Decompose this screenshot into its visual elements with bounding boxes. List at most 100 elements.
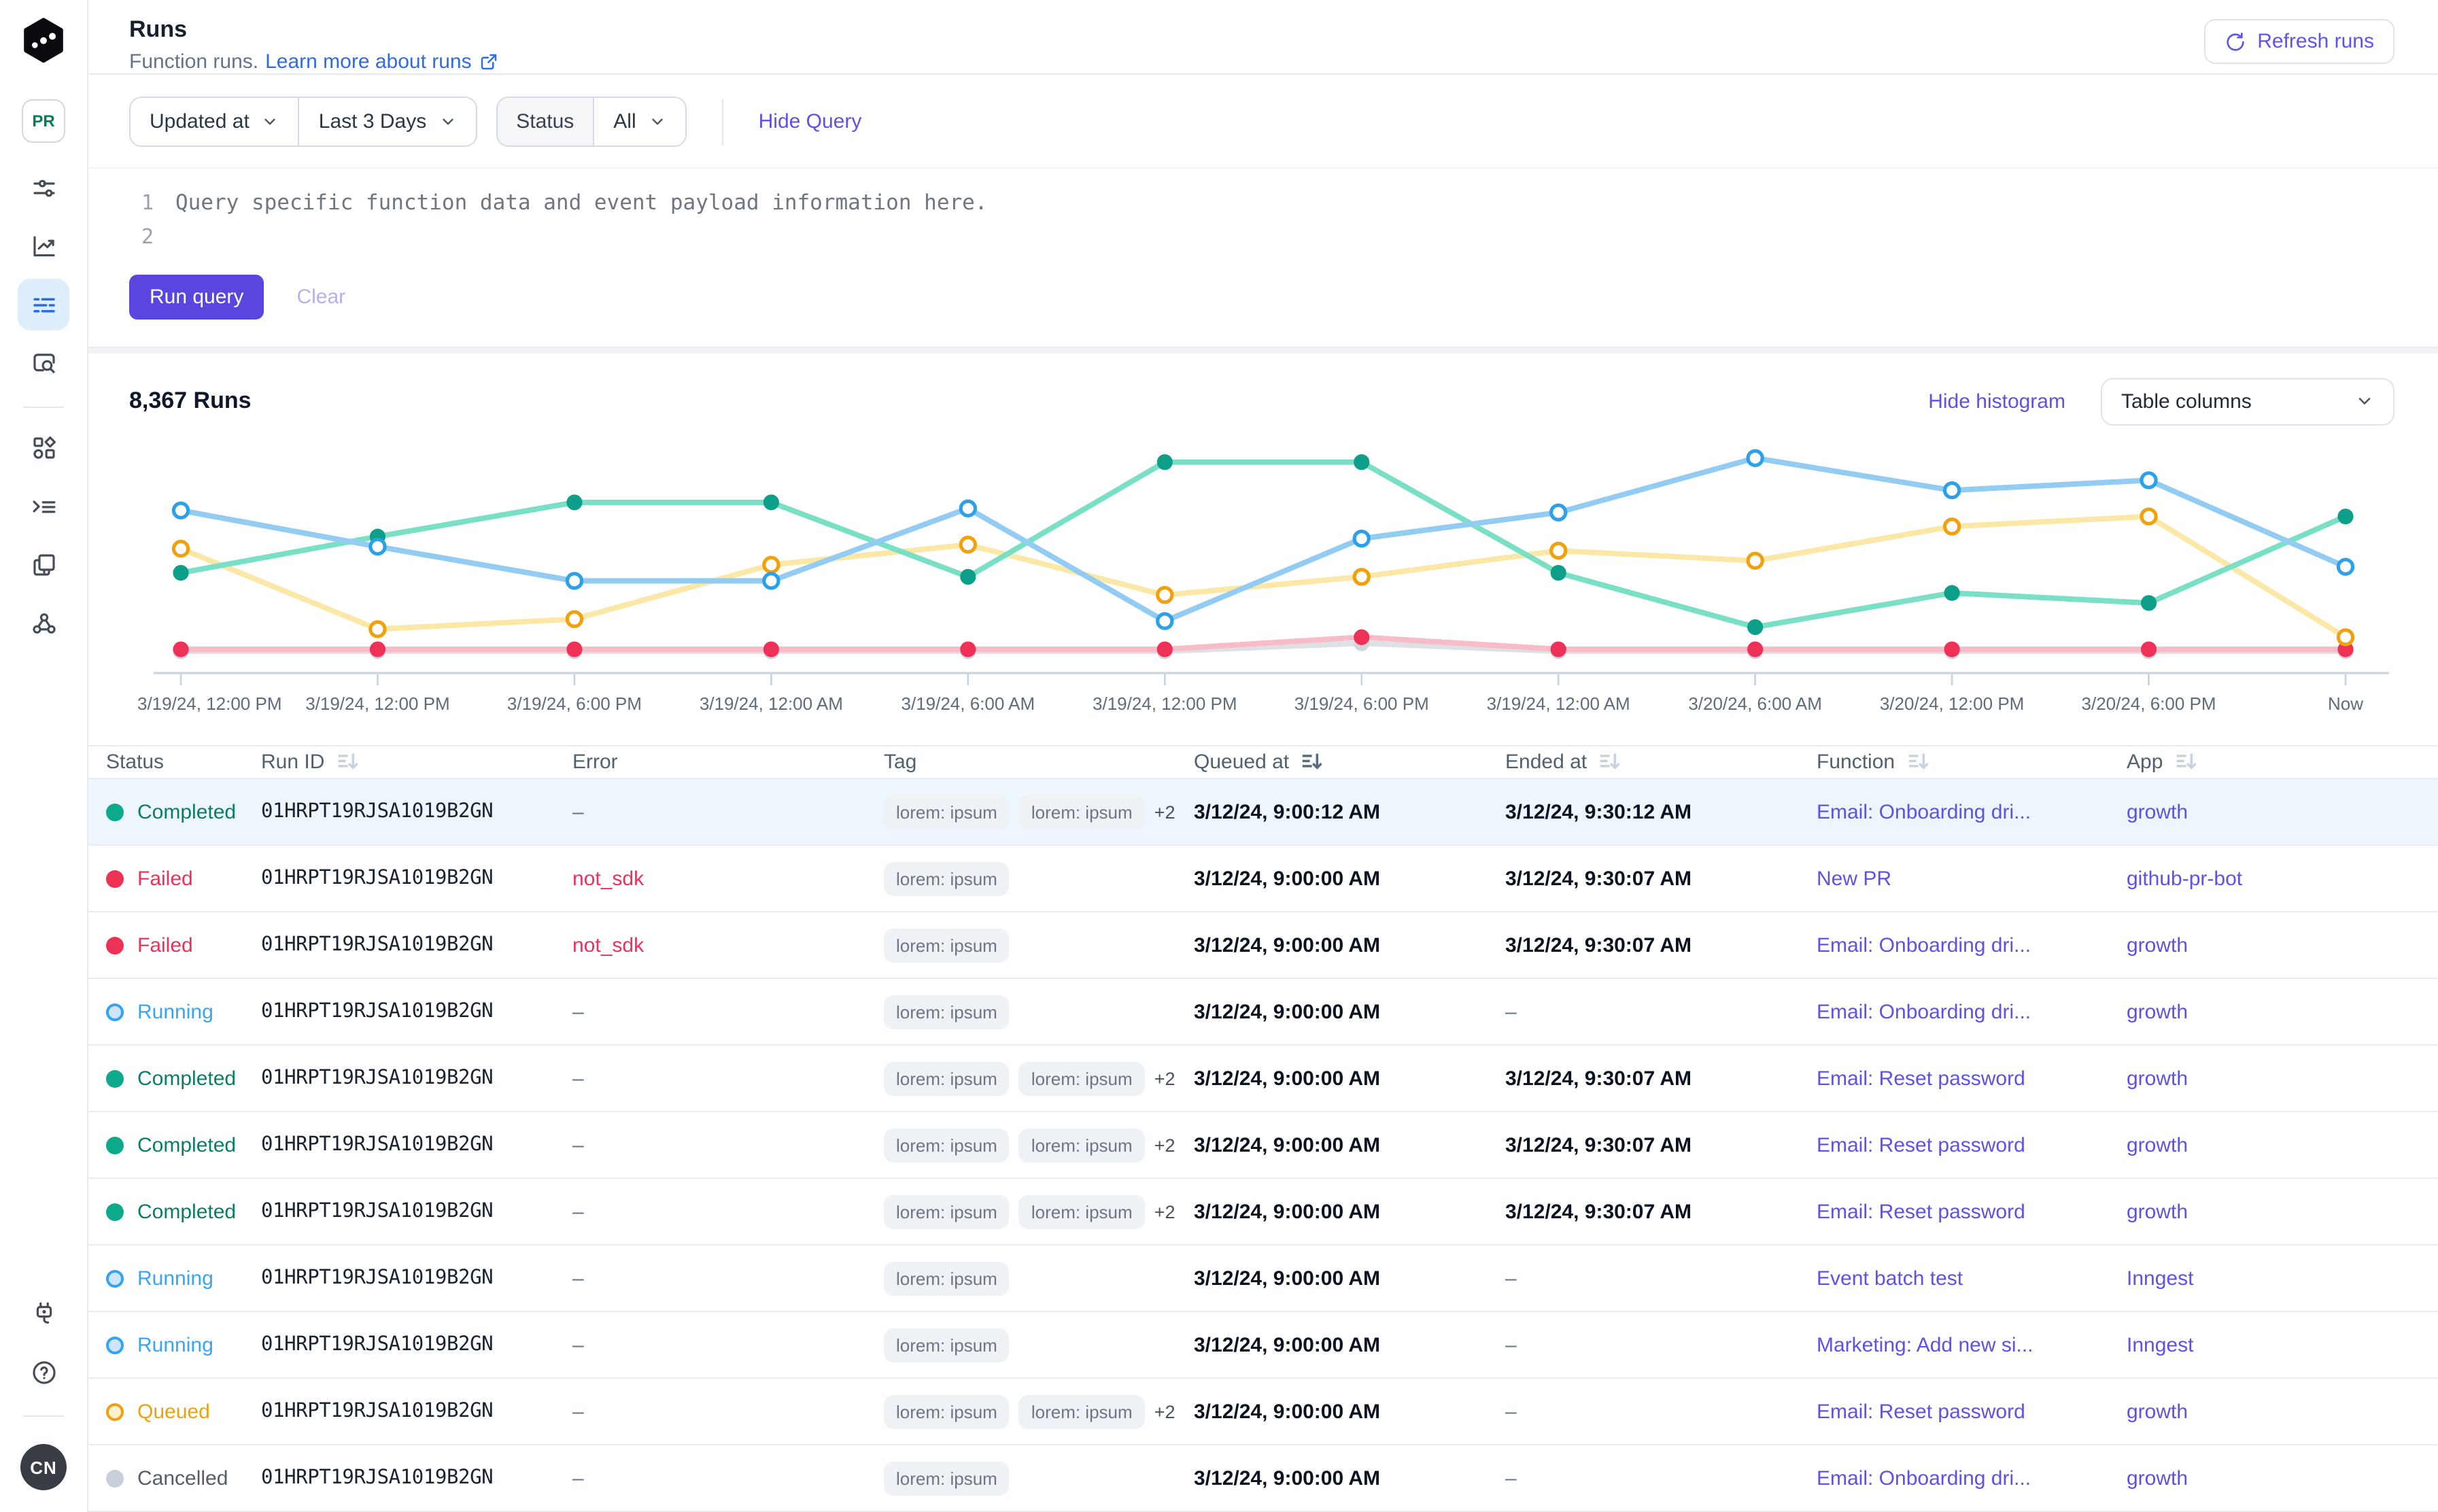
time-field-dropdown[interactable]: Updated at [131,98,298,145]
data-point-completed[interactable] [1354,454,1369,470]
run-query-button[interactable]: Run query [129,275,264,320]
data-point-running[interactable] [2142,472,2156,487]
function-link[interactable]: New PR [1817,867,2127,890]
data-point-running[interactable] [764,573,778,587]
table-row[interactable]: Failed 01HRPT19RJSA1019B2GN not_sdk lore… [88,912,2438,979]
app-link[interactable]: growth [2127,1133,2438,1156]
function-link[interactable]: Email: Reset password [1817,1400,2127,1423]
windows-icon[interactable] [18,538,69,590]
tag-overflow-count[interactable]: +2 [1154,1135,1175,1155]
table-row[interactable]: Failed 01HRPT19RJSA1019B2GN not_sdk lore… [88,846,2438,912]
column-header-queued-at[interactable]: Queued at [1194,751,1505,774]
data-point-queued[interactable] [371,621,385,636]
table-row[interactable]: Completed 01HRPT19RJSA1019B2GN – lorem: … [88,779,2438,846]
function-link[interactable]: Email: Onboarding dri... [1817,1000,2127,1023]
help-icon[interactable] [18,1346,69,1398]
data-point-running[interactable] [961,501,975,515]
app-link[interactable]: github-pr-bot [2127,867,2438,890]
data-point-completed[interactable] [763,494,779,510]
data-point-queued[interactable] [1354,569,1369,583]
app-link[interactable]: growth [2127,1200,2438,1223]
data-point-running[interactable] [173,503,188,517]
terminal-icon[interactable] [18,480,69,532]
function-link[interactable]: Event batch test [1817,1267,2127,1290]
data-point-completed[interactable] [1944,585,1959,600]
workspace-badge[interactable]: PR [22,99,65,143]
time-range-dropdown[interactable]: Last 3 Days [298,98,475,145]
data-point-failed[interactable] [1551,641,1566,657]
table-row[interactable]: Running 01HRPT19RJSA1019B2GN – lorem: ip… [88,1245,2438,1312]
tag-overflow-count[interactable]: +2 [1154,802,1175,822]
filters-icon[interactable] [18,162,69,213]
data-point-queued[interactable] [764,557,778,572]
data-point-failed[interactable] [2141,641,2157,657]
data-point-failed[interactable] [763,641,779,657]
column-header-ended-at[interactable]: Ended at [1505,751,1817,774]
function-link[interactable]: Email: Onboarding dri... [1817,800,2127,823]
data-point-completed[interactable] [1747,619,1763,634]
table-columns-dropdown[interactable]: Table columns [2101,377,2394,425]
data-point-failed[interactable] [1747,641,1763,657]
function-link[interactable]: Email: Onboarding dri... [1817,1466,2127,1490]
data-point-queued[interactable] [1551,543,1566,557]
data-point-running[interactable] [1551,505,1566,519]
function-link[interactable]: Email: Reset password [1817,1067,2127,1090]
data-point-queued[interactable] [1748,553,1762,568]
app-link[interactable]: growth [2127,1067,2438,1090]
app-link[interactable]: Inngest [2127,1267,2438,1290]
app-link[interactable]: growth [2127,1000,2438,1023]
data-point-completed[interactable] [566,494,582,510]
data-point-queued[interactable] [567,611,581,625]
function-link[interactable]: Marketing: Add new si... [1817,1333,2127,1356]
table-row[interactable]: Cancelled 01HRPT19RJSA1019B2GN – lorem: … [88,1445,2438,1512]
data-point-queued[interactable] [1944,519,1959,533]
data-point-failed[interactable] [566,641,582,657]
function-link[interactable]: Email: Onboarding dri... [1817,933,2127,957]
data-point-completed[interactable] [960,568,976,584]
query-editor[interactable]: 1 Query specific function data and event… [88,169,2438,347]
data-point-completed[interactable] [2141,595,2157,611]
data-point-running[interactable] [371,539,385,553]
data-point-failed[interactable] [173,641,188,657]
data-point-failed[interactable] [960,641,976,657]
data-point-completed[interactable] [2337,508,2353,523]
table-row[interactable]: Running 01HRPT19RJSA1019B2GN – lorem: ip… [88,979,2438,1046]
data-point-queued[interactable] [173,541,188,555]
app-link[interactable]: growth [2127,1466,2438,1490]
inngest-logo-icon[interactable] [20,18,67,67]
function-link[interactable]: Email: Reset password [1817,1133,2127,1156]
apps-icon[interactable] [18,422,69,473]
integrations-plug-icon[interactable] [18,1288,69,1339]
hide-histogram-link[interactable]: Hide histogram [1928,390,2065,413]
column-header-run-id[interactable]: Run ID [261,751,572,774]
data-point-queued[interactable] [2142,509,2156,523]
metrics-icon[interactable] [18,220,69,272]
event-search-icon[interactable] [18,337,69,389]
hide-query-link[interactable]: Hide Query [759,110,862,133]
user-avatar[interactable]: CN [20,1444,67,1490]
app-link[interactable]: growth [2127,933,2438,957]
runs-icon[interactable] [18,279,69,330]
data-point-completed[interactable] [1157,454,1173,470]
data-point-running[interactable] [567,573,581,587]
table-row[interactable]: Completed 01HRPT19RJSA1019B2GN – lorem: … [88,1112,2438,1179]
data-point-failed[interactable] [1157,641,1173,657]
tag-overflow-count[interactable]: +2 [1154,1401,1175,1422]
tag-overflow-count[interactable]: +2 [1154,1068,1175,1088]
data-point-completed[interactable] [1551,564,1566,580]
data-point-queued[interactable] [1158,587,1172,602]
column-header-app[interactable]: App [2127,751,2438,774]
data-point-running[interactable] [2338,559,2352,573]
table-row[interactable]: Completed 01HRPT19RJSA1019B2GN – lorem: … [88,1179,2438,1245]
data-point-failed[interactable] [1354,629,1369,645]
data-point-queued[interactable] [2338,630,2352,644]
refresh-runs-button[interactable]: Refresh runs [2204,19,2394,64]
data-point-completed[interactable] [173,564,188,580]
data-point-running[interactable] [1748,451,1762,465]
data-point-running[interactable] [1354,531,1369,545]
data-point-failed[interactable] [370,641,385,657]
status-filter-dropdown[interactable]: All [593,98,685,145]
clear-query-button[interactable]: Clear [296,286,345,309]
data-point-queued[interactable] [961,537,975,551]
table-row[interactable]: Queued 01HRPT19RJSA1019B2GN – lorem: ips… [88,1379,2438,1445]
